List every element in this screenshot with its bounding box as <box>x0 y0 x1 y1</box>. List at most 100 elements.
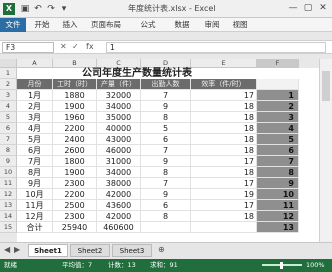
cell-attendance[interactable]: 5 <box>141 123 191 134</box>
cell-hours[interactable]: 2300 <box>53 178 97 189</box>
column-header-e[interactable]: E <box>191 59 257 68</box>
cell-efficiency[interactable]: 18 <box>191 211 257 222</box>
cell-hours[interactable]: 2400 <box>53 134 97 145</box>
cell-efficiency[interactable]: 17 <box>191 90 257 101</box>
close-icon[interactable]: ✕ <box>317 2 329 14</box>
cell-output[interactable]: 43600 <box>97 200 141 211</box>
row-header[interactable]: 13 <box>0 200 17 211</box>
cell-attendance[interactable]: 9 <box>141 189 191 200</box>
cell-output[interactable]: 31000 <box>97 156 141 167</box>
vertical-scrollbar[interactable] <box>319 59 332 242</box>
cell-month[interactable]: 6月 <box>17 145 53 156</box>
cell-output[interactable]: 34000 <box>97 101 141 112</box>
sheet-title[interactable]: 公司年度生产数量统计表 <box>17 68 257 79</box>
cell-index[interactable]: 10 <box>257 189 299 200</box>
cell-efficiency[interactable]: 17 <box>191 178 257 189</box>
sheet-tab-1[interactable]: Sheet1 <box>28 244 68 257</box>
add-sheet-icon[interactable]: ⊕ <box>158 245 165 254</box>
column-header-f[interactable]: F <box>257 59 299 68</box>
cell-month[interactable]: 11月 <box>17 200 53 211</box>
column-header-c[interactable]: C <box>97 59 141 68</box>
row-header[interactable]: 12 <box>0 189 17 200</box>
minimize-icon[interactable]: — <box>287 2 299 14</box>
cell-output[interactable]: 42000 <box>97 211 141 222</box>
cell-month[interactable]: 3月 <box>17 112 53 123</box>
cell-attendance[interactable]: 8 <box>141 211 191 222</box>
formula-enter-icon[interactable]: ✓ <box>72 42 79 51</box>
cell-index[interactable]: 3 <box>257 112 299 123</box>
cell-output[interactable]: 46000 <box>97 145 141 156</box>
cell-hours[interactable]: 2500 <box>53 200 97 211</box>
cell-month[interactable]: 10月 <box>17 189 53 200</box>
row-header[interactable]: 4 <box>0 101 17 112</box>
cell-index[interactable]: 2 <box>257 101 299 112</box>
cell-attendance[interactable]: 9 <box>141 101 191 112</box>
tab-formulas[interactable]: 公式 <box>136 18 160 32</box>
formula-cancel-icon[interactable]: ✕ <box>60 42 67 51</box>
cell-index[interactable]: 13 <box>257 222 299 233</box>
tab-data[interactable]: 数据 <box>170 18 194 32</box>
cell-attendance[interactable]: 6 <box>141 200 191 211</box>
quick-access-dropdown-icon[interactable]: ▾ <box>58 3 70 15</box>
zoom-knob[interactable] <box>280 262 283 269</box>
cell-output[interactable]: 34000 <box>97 167 141 178</box>
cell-attendance[interactable]: 7 <box>141 90 191 101</box>
header-output[interactable]: 产量（件） <box>97 79 141 90</box>
cell-efficiency[interactable]: 17 <box>191 156 257 167</box>
cell-efficiency[interactable]: 18 <box>191 167 257 178</box>
cell-month[interactable]: 合计 <box>17 222 53 233</box>
cell-hours[interactable]: 1900 <box>53 101 97 112</box>
select-all-corner[interactable] <box>0 59 17 68</box>
cell-hours[interactable]: 2300 <box>53 211 97 222</box>
cell-hours[interactable]: 2600 <box>53 145 97 156</box>
restore-icon[interactable]: ▢ <box>302 2 314 14</box>
cell-month[interactable]: 2月 <box>17 101 53 112</box>
sheet-tab-2[interactable]: Sheet2 <box>70 244 110 257</box>
cell-attendance[interactable] <box>141 222 191 233</box>
cell-output[interactable]: 38000 <box>97 178 141 189</box>
cell-efficiency[interactable]: 18 <box>191 112 257 123</box>
column-header-b[interactable]: B <box>53 59 97 68</box>
cell-efficiency[interactable]: 18 <box>191 123 257 134</box>
row-header[interactable]: 15 <box>0 222 17 233</box>
row-header[interactable]: 8 <box>0 145 17 156</box>
cell-month[interactable]: 9月 <box>17 178 53 189</box>
tab-view[interactable]: 视图 <box>228 18 252 32</box>
row-header[interactable]: 9 <box>0 156 17 167</box>
scrollbar-thumb[interactable] <box>322 71 330 101</box>
tab-review[interactable]: 审阅 <box>200 18 224 32</box>
tab-page-layout[interactable]: 页面布局 <box>86 18 126 32</box>
cell-month[interactable]: 8月 <box>17 167 53 178</box>
cell-efficiency[interactable]: 18 <box>191 145 257 156</box>
row-header[interactable]: 7 <box>0 134 17 145</box>
tab-home[interactable]: 开始 <box>30 18 54 32</box>
cell-efficiency[interactable] <box>191 222 257 233</box>
cell-index[interactable]: 4 <box>257 123 299 134</box>
row-header[interactable]: 2 <box>0 79 17 90</box>
cell-month[interactable]: 1月 <box>17 90 53 101</box>
cell-hours[interactable]: 25940 <box>53 222 97 233</box>
header-blank[interactable] <box>257 79 299 90</box>
cell-month[interactable]: 5月 <box>17 134 53 145</box>
row-header[interactable]: 6 <box>0 123 17 134</box>
cell-hours[interactable]: 1900 <box>53 167 97 178</box>
cell-output[interactable]: 460600 <box>97 222 141 233</box>
cell-index[interactable]: 12 <box>257 211 299 222</box>
header-hours[interactable]: 工时（时） <box>53 79 97 90</box>
header-efficiency[interactable]: 效率（件/时） <box>191 79 257 90</box>
cell-output[interactable]: 40000 <box>97 123 141 134</box>
cell-output[interactable]: 42000 <box>97 189 141 200</box>
cell-attendance[interactable]: 9 <box>141 156 191 167</box>
cell-efficiency[interactable]: 18 <box>191 101 257 112</box>
redo-icon[interactable]: ↷ <box>45 3 57 15</box>
cell-index[interactable]: 6 <box>257 145 299 156</box>
cell-output[interactable]: 35000 <box>97 112 141 123</box>
zoom-level[interactable]: 100% <box>306 259 325 272</box>
row-header[interactable]: 3 <box>0 90 17 101</box>
cell-index[interactable]: 1 <box>257 90 299 101</box>
cell-output[interactable]: 43000 <box>97 134 141 145</box>
undo-icon[interactable]: ↶ <box>32 3 44 15</box>
cell-index[interactable]: 11 <box>257 200 299 211</box>
cell-efficiency[interactable]: 18 <box>191 134 257 145</box>
cell-attendance[interactable]: 8 <box>141 167 191 178</box>
